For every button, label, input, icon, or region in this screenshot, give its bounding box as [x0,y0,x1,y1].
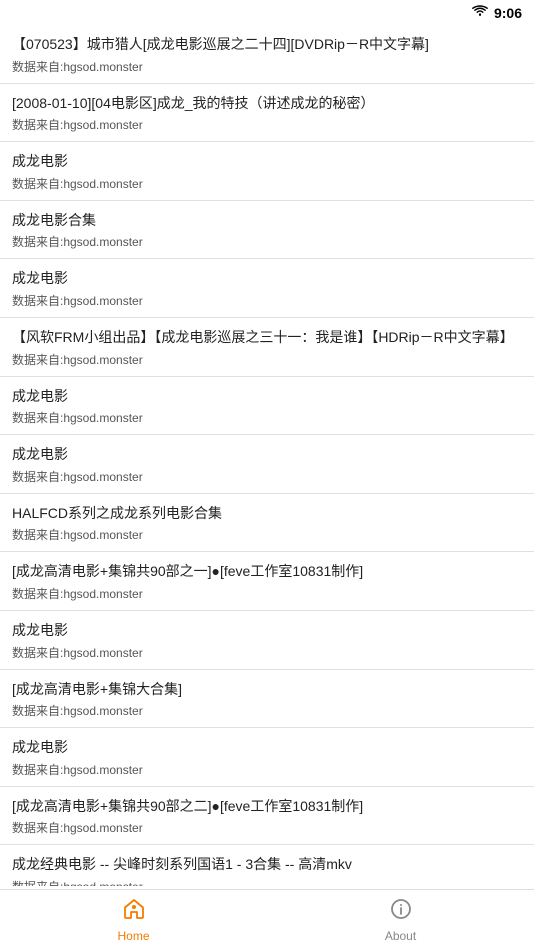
list-item-subtitle: 数据来自:hgsod.monster [12,175,522,192]
wifi-icon [472,4,488,21]
list-item-title: 成龙电影 [12,387,522,407]
list-item-title: 成龙电影 [12,738,522,758]
list-item[interactable]: 成龙电影数据来自:hgsod.monster [0,435,534,494]
list-item-subtitle: 数据来自:hgsod.monster [12,468,522,485]
list-item-subtitle: 数据来自:hgsod.monster [12,116,522,133]
list-item-subtitle: 数据来自:hgsod.monster [12,233,522,250]
list-item-subtitle: 数据来自:hgsod.monster [12,351,522,368]
list-item[interactable]: HALFCD系列之成龙系列电影合集数据来自:hgsod.monster [0,494,534,553]
list-item-title: 成龙电影合集 [12,211,522,231]
list-item[interactable]: 成龙电影数据来自:hgsod.monster [0,611,534,670]
list-item-subtitle: 数据来自:hgsod.monster [12,644,522,661]
list-item-title: 【070523】城市猎人[成龙电影巡展之二十四][DVDRip－R中文字幕] [12,35,522,55]
home-icon [122,897,146,926]
list-item-subtitle: 数据来自:hgsod.monster [12,702,522,719]
list-item[interactable]: 【070523】城市猎人[成龙电影巡展之二十四][DVDRip－R中文字幕] 数据… [0,25,534,84]
list-item-subtitle: 数据来自:hgsod.monster [12,58,522,75]
list-item-title: [成龙高清电影+集锦共90部之一]●[feve工作室10831制作] [12,562,522,582]
list-item-title: HALFCD系列之成龙系列电影合集 [12,504,522,524]
list-item-subtitle: 数据来自:hgsod.monster [12,761,522,778]
list-item-subtitle: 数据来自:hgsod.monster [12,526,522,543]
list-item-title: 成龙电影 [12,621,522,641]
list-item[interactable]: [成龙高清电影+集锦共90部之二]●[feve工作室10831制作] 数据来自:h… [0,787,534,846]
list-item-subtitle: 数据来自:hgsod.monster [12,819,522,836]
list-item-title: [成龙高清电影+集锦共90部之二]●[feve工作室10831制作] [12,797,522,817]
list-item[interactable]: 成龙电影数据来自:hgsod.monster [0,259,534,318]
bottom-nav: Home About [0,889,534,949]
list-item-title: 成龙电影 [12,445,522,465]
list-item[interactable]: 成龙电影数据来自:hgsod.monster [0,377,534,436]
list-item-title: 【风软FRM小组出品】【成龙电影巡展之三十一：我是谁】【HDRip－R中文字幕】 [12,328,522,348]
list-item-subtitle: 数据来自:hgsod.monster [12,409,522,426]
list-item[interactable]: 成龙经典电影 -- 尖峰时刻系列国语1 - 3合集 -- 高清mkv 数据来自:h… [0,845,534,886]
list-item-subtitle: 数据来自:hgsod.monster [12,585,522,602]
about-label: About [385,929,416,943]
list-item[interactable]: 成龙电影数据来自:hgsod.monster [0,142,534,201]
list-item-title: [2008-01-10][04电影区]成龙_我的特技（讲述成龙的秘密） [12,94,522,114]
list-item-title: 成龙电影 [12,152,522,172]
home-label: Home [117,929,149,943]
list-item[interactable]: [成龙高清电影+集锦共90部之一]●[feve工作室10831制作] 数据来自:h… [0,552,534,611]
list-item-title: 成龙电影 [12,269,522,289]
nav-about[interactable]: About [267,897,534,943]
list-item-title: [成龙高清电影+集锦大合集] [12,680,522,700]
list-item-subtitle: 数据来自:hgsod.monster [12,292,522,309]
about-icon [389,897,413,926]
list-item[interactable]: [成龙高清电影+集锦大合集] 数据来自:hgsod.monster [0,670,534,729]
list-item[interactable]: [2008-01-10][04电影区]成龙_我的特技（讲述成龙的秘密） 数据来自:… [0,84,534,143]
list-item-title: 成龙经典电影 -- 尖峰时刻系列国语1 - 3合集 -- 高清mkv [12,855,522,875]
list-item[interactable]: 【风软FRM小组出品】【成龙电影巡展之三十一：我是谁】【HDRip－R中文字幕】… [0,318,534,377]
time-display: 9:06 [494,5,522,21]
status-bar: 9:06 [0,0,534,25]
list-item[interactable]: 成龙电影数据来自:hgsod.monster [0,728,534,787]
list-item[interactable]: 成龙电影合集数据来自:hgsod.monster [0,201,534,260]
content-list: 【070523】城市猎人[成龙电影巡展之二十四][DVDRip－R中文字幕] 数据… [0,25,534,886]
list-item-subtitle: 数据来自:hgsod.monster [12,878,522,886]
nav-home[interactable]: Home [0,897,267,943]
